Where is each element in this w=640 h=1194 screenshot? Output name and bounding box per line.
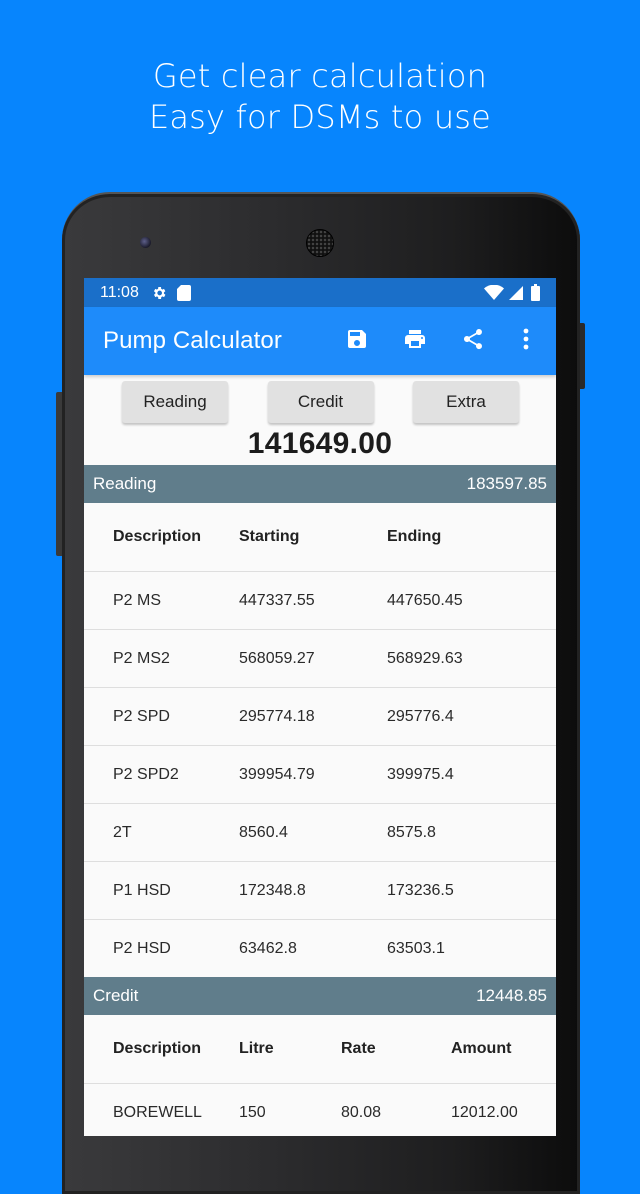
earpiece-speaker-icon [306,229,334,257]
table-row[interactable]: P1 HSD 172348.8 173236.5 [84,861,556,920]
cell-description: P2 MS2 [113,649,170,667]
cell-ending: 295776.4 [387,707,454,725]
table-row[interactable]: P2 SPD 295774.18 295776.4 [84,687,556,746]
print-icon [402,327,428,356]
front-camera-icon [140,237,151,248]
cell-description: P1 HSD [113,881,171,899]
column-header-starting: Starting [239,528,300,545]
reading-section-title: Reading [93,474,157,493]
cell-litre: 150 [239,1103,266,1121]
reading-table-header: Description Starting Ending [84,503,556,572]
credit-section-total: 12448.85 [476,986,547,1005]
cell-starting: 399954.79 [239,765,315,783]
table-row[interactable]: P2 HSD 63462.8 63503.1 [84,919,556,978]
battery-icon [531,284,540,301]
gear-icon [151,285,167,301]
tab-reading[interactable]: Reading [122,381,228,423]
share-button[interactable] [444,317,502,365]
table-row[interactable]: P2 SPD2 399954.79 399975.4 [84,745,556,804]
column-header-description: Description [113,528,202,545]
more-vert-icon [523,328,529,355]
cell-ending: 447650.45 [387,591,463,609]
save-icon [345,327,369,356]
reading-section-total: 183597.85 [466,474,547,493]
credit-table-header: Description Litre Rate Amount [84,1015,556,1084]
cell-description: P2 MS [113,591,162,609]
reading-table: Description Starting Ending P2 MS 447337… [84,503,556,977]
cell-starting: 568059.27 [239,649,315,667]
cell-ending: 63503.1 [387,939,445,957]
table-row[interactable]: 2T 8560.4 8575.8 [84,803,556,862]
cell-description: P2 SPD [113,707,170,725]
cell-starting: 295774.18 [239,707,315,725]
save-button[interactable] [328,317,386,365]
column-header-amount: Amount [451,1040,512,1057]
table-row[interactable]: P2 MS2 568059.27 568929.63 [84,629,556,688]
grand-total: 141649.00 [247,427,393,460]
cellular-icon [508,285,524,301]
cell-description: P2 HSD [113,939,171,957]
column-header-description: Description [113,1040,202,1057]
cell-description: P2 SPD2 [113,765,179,783]
promo-line-2: Easy for DSMs to use [148,98,492,136]
app-bar: Pump Calculator [84,307,556,375]
cell-amount: 12012.00 [451,1103,518,1121]
promo-headline: Get clear calculation Easy for DSMs to u… [0,56,640,138]
cell-starting: 447337.55 [239,591,315,609]
tab-extra[interactable]: Extra [413,381,519,423]
cell-ending: 173236.5 [387,881,454,899]
cell-description: BOREWELL [113,1103,202,1121]
reading-section-header[interactable]: Reading 183597.85 [84,465,556,503]
cell-rate: 80.08 [341,1103,382,1121]
more-options-button[interactable] [502,317,550,365]
print-button[interactable] [386,317,444,365]
section-tabs: Reading Credit Extra [84,375,556,423]
cell-starting: 8560.4 [239,823,288,841]
phone-screen: 11:08 Pump Calculator Reading Credit Ext… [84,278,556,1136]
cell-ending: 399975.4 [387,765,454,783]
tab-credit[interactable]: Credit [267,381,374,423]
promo-line-1: Get clear calculation [152,57,488,95]
cell-starting: 63462.8 [239,939,297,957]
status-time: 11:08 [100,283,139,301]
app-title: Pump Calculator [103,327,282,354]
sd-card-icon [176,284,193,301]
credit-section-title: Credit [93,986,139,1005]
cell-description: 2T [113,823,132,841]
cell-ending: 8575.8 [387,823,436,841]
cell-starting: 172348.8 [239,881,306,899]
table-row[interactable]: P2 MS 447337.55 447650.45 [84,571,556,630]
credit-section-header[interactable]: Credit 12448.85 [84,977,556,1015]
status-bar: 11:08 [84,278,556,307]
table-row[interactable]: BOREWELL 150 80.08 12012.00 [84,1083,556,1137]
share-icon [461,326,485,357]
column-header-ending: Ending [387,528,442,545]
column-header-litre: Litre [239,1040,274,1057]
wifi-icon [484,284,504,301]
credit-table: Description Litre Rate Amount BOREWELL 1… [84,1015,556,1136]
column-header-rate: Rate [341,1040,376,1057]
cell-ending: 568929.63 [387,649,463,667]
